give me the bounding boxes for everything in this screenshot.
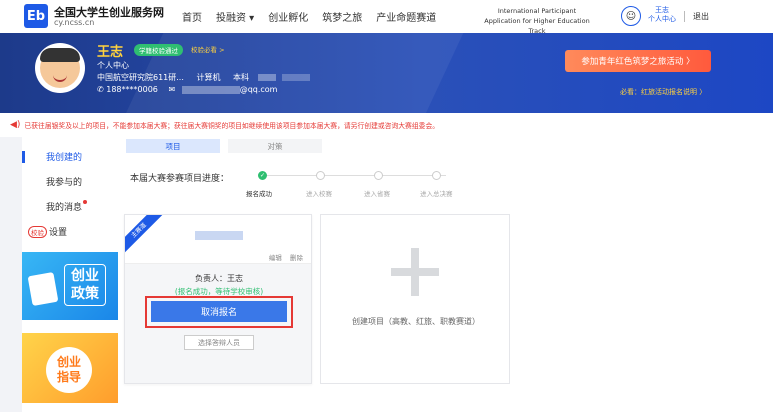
user-center-link[interactable]: 王志 个人中心: [648, 6, 676, 24]
step-province-icon: [374, 171, 383, 180]
nav-home[interactable]: 首页: [182, 9, 202, 24]
create-project-label: 创建项目（高教、红旅、职教赛道）: [352, 317, 480, 326]
redacted-project-name[interactable]: [195, 231, 243, 240]
guidance-promo-banner[interactable]: 创业 指导: [22, 333, 118, 403]
notice-text: 已获往届银奖及以上的项目，不能参加本届大赛；获往届大赛铜奖的项目如继续使用该项目…: [24, 122, 440, 130]
card-actions: 编辑 删除: [263, 252, 303, 262]
user-school: 中国航空研究院611研...: [97, 73, 184, 82]
user-major: 计算机: [196, 73, 221, 82]
site-url: cy.ncss.cn: [54, 18, 95, 27]
user-school-info: 中国航空研究院611研... 计算机 本科: [97, 72, 311, 83]
user-contact: ✆ 188****0006 ✉ @qq.com: [97, 85, 277, 94]
sidebar-item-messages-label: 我的消息: [46, 203, 83, 213]
step-province-label: 进入省赛: [364, 190, 390, 198]
main-nav: 首页 投融资 ▾ 创业孵化 筑梦之旅 产业命题赛道: [182, 0, 436, 33]
user-email: @qq.com: [239, 85, 278, 94]
policy-promo-text: 创业 政策: [64, 264, 106, 306]
phone-icon: ✆: [97, 85, 104, 94]
user-avatar-icon[interactable]: ☺: [621, 6, 641, 26]
redacted-block: [282, 74, 311, 81]
nav-investment[interactable]: 投融资 ▾: [216, 9, 254, 24]
nav-incubation[interactable]: 创业孵化: [268, 9, 308, 24]
top-nav: Eb 全国大学生创业服务网 cy.ncss.cn 首页 投融资 ▾ 创业孵化 筑…: [0, 0, 773, 36]
document-icon: [27, 271, 59, 307]
unread-dot: [83, 200, 88, 204]
step-final-icon: [432, 171, 441, 180]
delete-link[interactable]: 删除: [290, 254, 303, 262]
verify-guide-link[interactable]: 校验必看 >: [191, 44, 225, 54]
site-logo-icon[interactable]: Eb: [24, 4, 48, 28]
plus-icon-vertical: [411, 248, 419, 296]
user-degree: 本科: [233, 73, 249, 82]
guidance-promo-text: 创业 指导: [46, 347, 92, 393]
nav-industry-track[interactable]: 产业命题赛道: [376, 9, 436, 24]
tab-strategy[interactable]: 对策: [228, 139, 322, 153]
sidebar-item-created[interactable]: 我创建的: [46, 150, 82, 163]
avatar-face-icon: [40, 48, 80, 88]
sidebar-item-settings-label: 设置: [49, 228, 68, 238]
nav-dream-journey[interactable]: 筑梦之旅: [322, 9, 362, 24]
edit-link[interactable]: 编辑: [269, 254, 282, 262]
page: Eb 全国大学生创业服务网 cy.ncss.cn 首页 投融资 ▾ 创业孵化 筑…: [0, 0, 773, 412]
step-final-label: 进入总决赛: [420, 190, 453, 198]
verify-pill: 校验: [28, 226, 47, 238]
tab-projects[interactable]: 项目: [126, 139, 220, 153]
main-content: 项目 对策 本届大赛参赛项目进度： ✓ 报名成功 进入校赛 进入省赛 进入总决赛…: [118, 137, 773, 412]
progress-track: [266, 175, 446, 176]
project-owner: 负责人：王志: [195, 274, 243, 283]
step-school-icon: [316, 171, 325, 180]
join-red-journey-button[interactable]: 参加青年红色筑梦之旅活动 〉: [565, 50, 711, 72]
user-name: 王志: [97, 45, 124, 60]
user-center-label: 个人中心: [97, 61, 129, 70]
project-card: 主赛道 编辑 删除 负责人：王志 (报名成功，等待学校审核) 取消报名 选择答辩…: [124, 214, 312, 384]
mail-icon: ✉: [168, 85, 176, 94]
policy-promo-banner[interactable]: 创业 政策: [22, 252, 118, 320]
speaker-icon: ◀): [10, 120, 21, 130]
red-journey-guide-link[interactable]: 必看：红旅活动报名说明 〉: [620, 87, 706, 97]
sidebar-item-messages[interactable]: 我的消息: [46, 200, 88, 213]
step-registered-label: 报名成功: [246, 190, 272, 198]
sidebar-item-joined[interactable]: 我参与的: [46, 175, 82, 188]
notice-bar: ◀) 已获往届银奖及以上的项目，不能参加本届大赛；获往届大赛铜奖的项目如继续使用…: [0, 113, 773, 137]
nav-international[interactable]: International Participant Application fo…: [482, 6, 592, 36]
create-project-card[interactable]: 创建项目（高教、红旅、职教赛道）: [320, 214, 510, 384]
select-defender-button[interactable]: 选择答辩人员: [184, 335, 254, 350]
redacted-block: [257, 74, 276, 81]
step-registered-icon: ✓: [258, 171, 267, 180]
sidebar-item-settings[interactable]: 校验 设置: [28, 225, 67, 238]
user-phone: 188****0006: [106, 85, 158, 94]
step-school-label: 进入校赛: [306, 190, 332, 198]
track-ribbon: 主赛道: [125, 215, 165, 256]
redacted-email: [181, 85, 240, 94]
profile-avatar: [35, 43, 85, 93]
nav-divider: [684, 11, 685, 22]
logout-link[interactable]: 退出: [693, 11, 709, 22]
profile-banner: 王志 学籍校验通过 校验必看 > 个人中心 中国航空研究院611研... 计算机…: [0, 33, 773, 113]
verified-badge: 学籍校验通过: [134, 44, 183, 56]
cancel-registration-button[interactable]: 取消报名: [151, 301, 287, 322]
progress-label: 本届大赛参赛项目进度：: [130, 174, 230, 184]
active-indicator: [22, 151, 25, 163]
